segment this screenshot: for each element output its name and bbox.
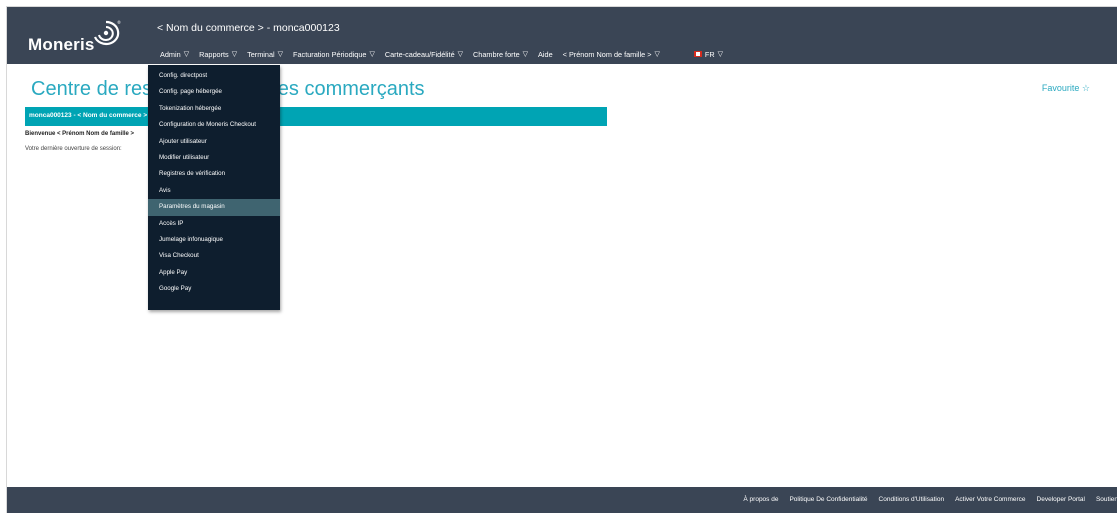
welcome-text: Bienvenue < Prénom Nom de famille > [25,131,135,137]
nav-item-label: Facturation Périodique [293,49,367,59]
nav-item-label: < Prénom Nom de famille > [562,49,652,59]
dropdown-arrow-icon: ▽ [369,51,375,58]
svg-text:®: ® [117,20,121,25]
nav-item-4[interactable]: Carte-cadeau/Fidélité ▽ [380,50,468,59]
nav-item-5[interactable]: Chambre forte ▽ [468,50,533,59]
admin-menu-item[interactable]: Google Pay [148,281,280,297]
nav-item-1[interactable]: Rapports ▽ [194,50,242,59]
footer-link[interactable]: Activer Votre Commerce [955,496,1025,503]
admin-menu-item[interactable]: Apple Pay [148,265,280,281]
admin-menu-item[interactable]: Ajouter utilisateur [148,134,280,150]
canada-flag-icon [693,51,702,57]
nav-item-label: Carte-cadeau/Fidélité [384,49,455,59]
nav-item-label: Rapports [199,49,229,59]
dropdown-arrow-icon: ▽ [654,51,660,58]
account-bar-text: monca000123 - < Nom du commerce > [29,112,148,119]
footer-links: À propos de Politique De Confidentialité C… [732,496,1117,503]
header: Moneris ® < Nom du commerce > - monca000… [7,7,1117,64]
footer: À propos de Politique De Confidentialité C… [7,487,1117,513]
nav-item-7[interactable]: < Prénom Nom de famille > ▽ [558,50,665,59]
last-login-text: Votre dernière ouverture de session: [25,146,122,152]
nav-item-0[interactable]: Admin ▽ [155,50,194,59]
admin-menu-item[interactable]: Registres de vérification [148,166,280,182]
admin-dropdown-menu: Config. directpost Config. page hébergée T… [148,65,280,310]
nav-item-label: FR [704,49,715,59]
admin-menu-item[interactable]: Modifier utilisateur [148,150,280,166]
dropdown-arrow-icon: ▽ [231,51,238,58]
nav-item-8[interactable]: FR ▽ [689,50,728,59]
admin-menu-item[interactable]: Tokenization hébergée [148,101,280,117]
main-nav: Admin ▽ Rapports ▽ Terminal ▽ Facturation Péri… [155,47,728,61]
app-frame: Moneris ® < Nom du commerce > - monca000… [6,6,1117,513]
admin-menu-item[interactable]: Configuration de Moneris Checkout [148,117,280,133]
nav-item-2[interactable]: Terminal ▽ [242,50,288,59]
footer-link[interactable]: Developer Portal [1037,496,1085,503]
admin-menu-item[interactable]: Config. directpost [148,68,280,84]
admin-menu-item[interactable]: Accès IP [148,216,280,232]
nav-item-label: Terminal [247,49,275,59]
moneris-logo-text: Moneris [28,35,95,54]
nav-item-label: Chambre forte [473,49,520,59]
dropdown-arrow-icon: ▽ [183,51,190,58]
dropdown-arrow-icon: ▽ [457,51,464,58]
moneris-logo-icon: ® [93,20,121,46]
admin-menu-item[interactable]: Paramètres du magasin [148,199,280,216]
footer-link[interactable]: Soutien [1096,496,1117,503]
admin-menu-item[interactable]: Config. page hébergée [148,84,280,100]
footer-link[interactable]: Politique De Confidentialité [789,496,867,503]
footer-link[interactable]: Conditions d'Utilisation [879,496,945,503]
dropdown-arrow-icon: ▽ [717,51,723,58]
admin-menu-item[interactable]: Visa Checkout [148,248,280,264]
dropdown-arrow-icon: ▽ [277,51,284,58]
nav-item-3[interactable]: Facturation Périodique ▽ [288,50,380,59]
merchant-name: < Nom du commerce > - monca000123 [157,22,340,34]
account-bar: monca000123 - < Nom du commerce > [25,107,607,126]
nav-item-label: Admin [160,49,181,59]
admin-menu-item[interactable]: Jumelage infonuagique [148,232,280,248]
admin-menu-item[interactable]: Avis [148,183,280,199]
nav-item-label: Aide [538,49,553,59]
favourite-link[interactable]: Favourite ☆ [1042,83,1090,94]
dropdown-arrow-icon: ▽ [522,51,529,58]
nav-item-6[interactable]: Aide [533,50,558,59]
footer-link[interactable]: À propos de [743,496,778,503]
